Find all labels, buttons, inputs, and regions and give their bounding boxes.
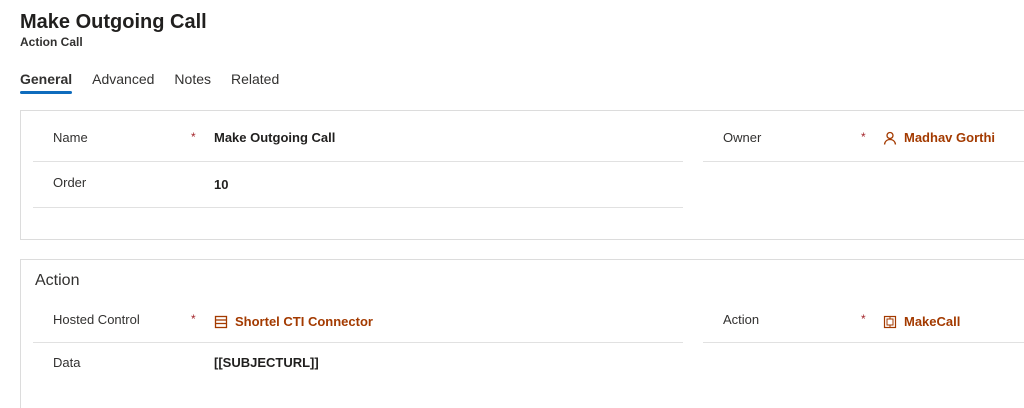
field-divider [703,342,1024,343]
action-icon [883,315,897,329]
order-label: Order [53,175,87,190]
name-value[interactable]: Make Outgoing Call [214,130,335,145]
name-label: Name [53,130,88,145]
owner-lookup[interactable]: Madhav Gorthi [883,130,995,145]
action-required-indicator: * [861,312,866,326]
tab-notes[interactable]: Notes [174,70,211,94]
data-value[interactable]: [[SUBJECTURL]] [214,355,319,370]
entity-name: Action Call [20,35,83,49]
tab-advanced[interactable]: Advanced [92,70,154,94]
owner-value: Madhav Gorthi [904,130,996,145]
hosted-control-icon [214,315,228,329]
action-label: Action [723,312,760,327]
action-section: Action Hosted Control * Shortel CTI Conn… [20,259,1024,408]
action-lookup[interactable]: MakeCall [883,314,960,329]
tab-related[interactable]: Related [231,70,279,94]
hosted-control-required-indicator: * [191,312,196,326]
action-value: MakeCall [904,314,961,329]
field-divider [33,161,683,162]
tab-list: General Advanced Notes Related [20,70,299,94]
name-required-indicator: * [191,130,196,144]
record-title: Make Outgoing Call [20,11,207,33]
hosted-control-value: Shortel CTI Connector [235,314,373,329]
owner-required-indicator: * [861,130,866,144]
owner-label: Owner [723,130,762,145]
section-title: Action [35,272,80,289]
data-label: Data [53,355,81,370]
person-icon [883,131,897,145]
order-value[interactable]: 10 [214,177,228,192]
field-divider [33,207,683,208]
field-divider [703,161,1024,162]
general-section: Name * Make Outgoing Call Order 10 Owner… [20,110,1024,240]
hosted-control-lookup[interactable]: Shortel CTI Connector [214,314,373,329]
form-header: Make Outgoing Call Action Call [20,10,207,49]
tab-general[interactable]: General [20,70,73,94]
field-divider [33,342,683,343]
hosted-control-label: Hosted Control [53,312,140,327]
